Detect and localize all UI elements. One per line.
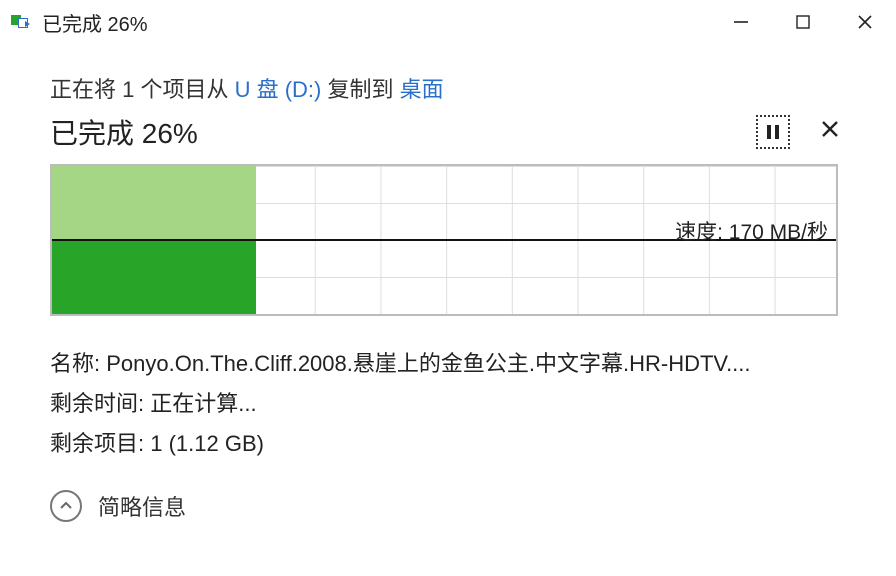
maximize-button[interactable] — [772, 0, 834, 44]
transfer-graph: 速度: 170 MB/秒 — [50, 164, 838, 316]
minimize-button[interactable] — [710, 0, 772, 44]
dest-link[interactable]: 桌面 — [400, 77, 444, 102]
close-button[interactable] — [834, 0, 896, 44]
speed-label: 速度: 170 MB/秒 — [675, 216, 828, 246]
source-link[interactable]: U 盘 (D:) — [235, 77, 322, 102]
pause-button[interactable] — [756, 115, 790, 149]
pause-icon — [767, 125, 779, 139]
graph-fill-lower — [52, 241, 256, 314]
detail-name: 名称: Ponyo.On.The.Cliff.2008.悬崖上的金鱼公主.中文字… — [50, 346, 846, 378]
name-label: 名称: — [50, 351, 100, 376]
footer-label[interactable]: 简略信息 — [98, 490, 186, 522]
detail-time: 剩余时间: 正在计算... — [50, 386, 846, 418]
copy-mid: 复制到 — [321, 77, 399, 102]
chevron-up-icon — [58, 498, 74, 514]
detail-items: 剩余项目: 1 (1.12 GB) — [50, 426, 846, 458]
items-value: 1 (1.12 GB) — [150, 431, 264, 456]
time-label: 剩余时间: — [50, 391, 144, 416]
name-value: Ponyo.On.The.Cliff.2008.悬崖上的金鱼公主.中文字幕.HR… — [106, 351, 750, 376]
window-controls — [710, 0, 896, 44]
speed-value: 170 MB/秒 — [729, 221, 828, 244]
copy-description: 正在将 1 个项目从 U 盘 (D:) 复制到 桌面 — [50, 72, 846, 104]
items-label: 剩余项目: — [50, 431, 144, 456]
speed-label-text: 速度: — [675, 221, 723, 244]
progress-title: 已完成 26% — [50, 112, 198, 152]
close-icon — [820, 119, 840, 139]
time-value: 正在计算... — [150, 391, 256, 416]
window-title: 已完成 26% — [42, 8, 148, 37]
cancel-button[interactable] — [820, 118, 840, 146]
copy-prefix: 正在将 1 个项目从 — [50, 77, 235, 102]
dialog-content: 正在将 1 个项目从 U 盘 (D:) 复制到 桌面 已完成 26% 速度: 1… — [0, 44, 896, 522]
collapse-button[interactable] — [50, 490, 82, 522]
footer: 简略信息 — [50, 490, 846, 522]
details: 名称: Ponyo.On.The.Cliff.2008.悬崖上的金鱼公主.中文字… — [50, 346, 846, 458]
progress-header: 已完成 26% — [50, 112, 846, 152]
copy-icon — [10, 14, 32, 30]
titlebar: 已完成 26% — [0, 0, 896, 44]
graph-fill-upper — [52, 166, 256, 239]
